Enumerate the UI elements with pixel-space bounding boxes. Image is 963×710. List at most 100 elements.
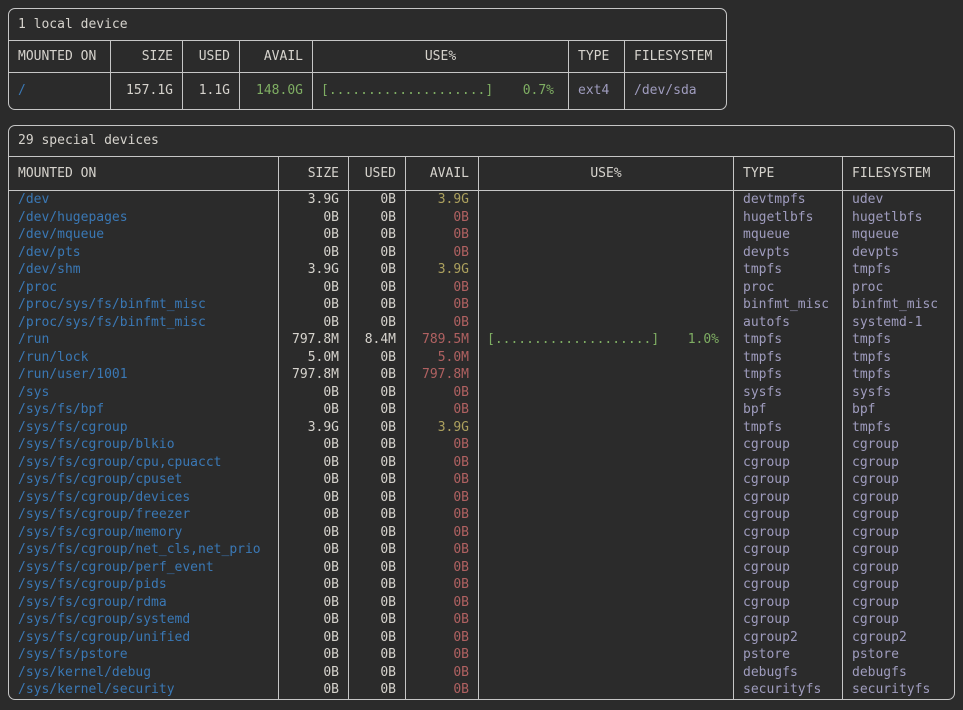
column-header: MOUNTED ON (9, 157, 278, 190)
cell-filesystem: cgroup (842, 594, 954, 612)
cell-used: 0B (348, 384, 405, 402)
cell-size: 0B (278, 209, 348, 227)
cell-size: 0B (278, 559, 348, 577)
cell-type: cgroup (733, 489, 842, 507)
cell-avail: 3.9G (405, 261, 478, 279)
cell-filesystem: binfmt_misc (842, 296, 954, 314)
cell-filesystem: cgroup (842, 506, 954, 524)
cell-filesystem: systemd-1 (842, 314, 954, 332)
cell-type: devtmpfs (733, 191, 842, 209)
cell-avail: 0B (405, 681, 478, 699)
cell-filesystem: cgroup (842, 524, 954, 542)
cell-avail: 0B (405, 664, 478, 682)
cell-use-percent (478, 629, 733, 647)
table-row: /run/lock 5.0M 0B 5.0M tmpfs tmpfs (9, 349, 954, 367)
cell-avail: 0B (405, 489, 478, 507)
cell-size: 0B (278, 524, 348, 542)
cell-mounted-on: /sys (9, 384, 278, 402)
cell-type: mqueue (733, 226, 842, 244)
cell-type: proc (733, 279, 842, 297)
cell-used: 0B (348, 681, 405, 699)
column-header: FILESYSTEM (842, 157, 954, 190)
cell-used: 0B (348, 436, 405, 454)
cell-mounted-on: /proc/sys/fs/binfmt_misc (9, 296, 278, 314)
cell-filesystem: bpf (842, 401, 954, 419)
cell-use-percent (478, 209, 733, 227)
cell-mounted-on: /sys/fs/cgroup/net_cls,net_prio (9, 541, 278, 559)
cell-mounted-on: /dev/hugepages (9, 209, 278, 227)
cell-used: 0B (348, 664, 405, 682)
cell-type: tmpfs (733, 261, 842, 279)
cell-avail: 0B (405, 244, 478, 262)
cell-filesystem: tmpfs (842, 366, 954, 384)
cell-filesystem: hugetlbfs (842, 209, 954, 227)
cell-mounted-on: /sys/fs/cgroup/perf_event (9, 559, 278, 577)
cell-filesystem: tmpfs (842, 261, 954, 279)
column-header: USE% (312, 41, 568, 72)
cell-mounted-on: /sys/fs/cgroup/freezer (9, 506, 278, 524)
cell-use-percent (478, 681, 733, 699)
cell-use-percent (478, 454, 733, 472)
table-row: /sys/fs/cgroup/pids 0B 0B 0B cgroup cgro… (9, 576, 954, 594)
cell-use-percent (478, 279, 733, 297)
table-row: /dev/hugepages 0B 0B 0B hugetlbfs hugetl… (9, 209, 954, 227)
cell-size: 157.1G (110, 73, 182, 109)
table-row: /sys/fs/bpf 0B 0B 0B bpf bpf (9, 401, 954, 419)
cell-use-percent (478, 489, 733, 507)
table-row: /proc/sys/fs/binfmt_misc 0B 0B 0B binfmt… (9, 296, 954, 314)
cell-use-percent (478, 559, 733, 577)
cell-size: 3.9G (278, 419, 348, 437)
cell-size: 0B (278, 471, 348, 489)
cell-size: 0B (278, 629, 348, 647)
cell-avail: 789.5M (405, 331, 478, 349)
cell-filesystem: mqueue (842, 226, 954, 244)
table-row: /sys/kernel/security 0B 0B 0B securityfs… (9, 681, 954, 699)
cell-type: tmpfs (733, 366, 842, 384)
cell-use-percent (478, 576, 733, 594)
cell-type: sysfs (733, 384, 842, 402)
table-row: /run 797.8M 8.4M 789.5M [...............… (9, 331, 954, 349)
cell-used: 0B (348, 506, 405, 524)
usage-percent: 1.0% (688, 331, 719, 349)
cell-filesystem: pstore (842, 646, 954, 664)
cell-used: 0B (348, 629, 405, 647)
table-row: /sys/fs/cgroup/devices 0B 0B 0B cgroup c… (9, 489, 954, 507)
cell-use-percent (478, 664, 733, 682)
cell-use-percent (478, 349, 733, 367)
cell-size: 0B (278, 611, 348, 629)
cell-filesystem: tmpfs (842, 331, 954, 349)
cell-avail: 0B (405, 506, 478, 524)
table-row: /sys/kernel/debug 0B 0B 0B debugfs debug… (9, 664, 954, 682)
table-row: /sys/fs/cgroup/cpu,cpuacct 0B 0B 0B cgro… (9, 454, 954, 472)
cell-avail: 0B (405, 524, 478, 542)
cell-used: 0B (348, 401, 405, 419)
cell-avail: 0B (405, 401, 478, 419)
cell-use-percent (478, 261, 733, 279)
cell-size: 0B (278, 279, 348, 297)
column-header: TYPE (568, 41, 624, 72)
cell-size: 0B (278, 296, 348, 314)
cell-size: 0B (278, 314, 348, 332)
cell-size: 0B (278, 436, 348, 454)
cell-use-percent (478, 506, 733, 524)
cell-used: 0B (348, 454, 405, 472)
cell-use-percent: [....................]1.0% (478, 331, 733, 349)
local-devices-rows: / 157.1G 1.1G 148.0G [..................… (9, 73, 726, 109)
cell-filesystem: securityfs (842, 681, 954, 699)
cell-mounted-on: /proc (9, 279, 278, 297)
column-header: FILESYSTEM (624, 41, 726, 72)
cell-mounted-on: /run/user/1001 (9, 366, 278, 384)
cell-avail: 3.9G (405, 419, 478, 437)
cell-mounted-on: /proc/sys/fs/binfmt_misc (9, 314, 278, 332)
cell-filesystem: sysfs (842, 384, 954, 402)
cell-avail: 0B (405, 314, 478, 332)
cell-use-percent (478, 191, 733, 209)
cell-mounted-on: /sys/kernel/security (9, 681, 278, 699)
column-header: USE% (478, 157, 733, 190)
cell-use-percent (478, 541, 733, 559)
usage-percent: 0.7% (523, 73, 554, 109)
cell-use-percent (478, 611, 733, 629)
table-row: /sys/fs/cgroup/blkio 0B 0B 0B cgroup cgr… (9, 436, 954, 454)
cell-use-percent (478, 646, 733, 664)
cell-type: ext4 (568, 73, 624, 109)
